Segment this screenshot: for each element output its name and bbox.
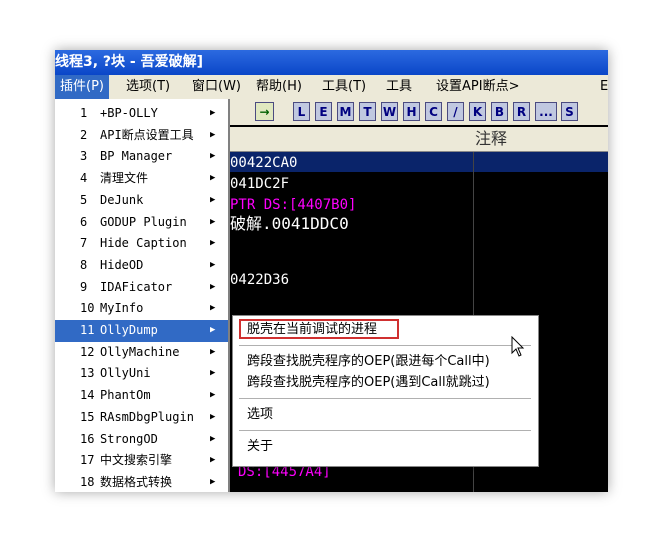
- dump-process-item[interactable]: 脱壳在当前调试的进程: [247, 320, 377, 340]
- plugin-item[interactable]: 3 BP Manager ▶: [55, 146, 228, 168]
- find-oep-stepinto-item[interactable]: 跨段查找脱壳程序的OEP(跟进每个Call中): [247, 352, 490, 372]
- code-line: 00422CA0: [230, 155, 298, 171]
- chevron-right-icon: ▶: [210, 238, 216, 249]
- chevron-right-icon: ▶: [210, 368, 216, 379]
- chevron-right-icon: ▶: [210, 433, 216, 444]
- menubar: 插件(P) 选项(T) 窗口(W) 帮助(H) 工具(T) 工具 设置API断点…: [55, 75, 608, 99]
- toolbar-slash-button[interactable]: /: [447, 102, 464, 121]
- plugin-item[interactable]: 2 API断点设置工具 ▶: [55, 125, 228, 147]
- toolbar-s-button[interactable]: S: [561, 102, 578, 121]
- chevron-right-icon: ▶: [210, 390, 216, 401]
- chevron-right-icon: ▶: [210, 173, 216, 184]
- menu-tools-2[interactable]: 工具: [381, 75, 417, 99]
- chevron-right-icon: ▶: [210, 129, 216, 140]
- chevron-right-icon: ▶: [210, 281, 216, 292]
- chevron-right-icon: ▶: [210, 194, 216, 205]
- plugin-item[interactable]: 10 MyInfo ▶: [55, 298, 228, 320]
- ollydump-submenu: 脱壳在当前调试的进程 跨段查找脱壳程序的OEP(跟进每个Call中) 跨段查找脱…: [232, 315, 539, 467]
- chevron-right-icon: ▶: [210, 216, 216, 227]
- toolbar-e-button[interactable]: E: [315, 102, 332, 121]
- menu-help[interactable]: 帮助(H): [251, 75, 307, 99]
- window-title: 线程3, ?块 - 吾爱破解]: [55, 50, 608, 75]
- chevron-right-icon: ▶: [210, 151, 216, 162]
- toolbar-r-button[interactable]: R: [513, 102, 530, 121]
- toolbar-c-button[interactable]: C: [425, 102, 442, 121]
- menu-separator: [239, 398, 531, 399]
- code-line: 破解.0041DDC0: [230, 214, 349, 233]
- plugin-item[interactable]: 7 Hide Caption ▶: [55, 233, 228, 255]
- plugin-item-ollydump[interactable]: 11 OllyDump ▶: [55, 320, 228, 342]
- chevron-right-icon: ▶: [210, 476, 216, 487]
- plugin-item[interactable]: 14 PhantOm ▶: [55, 385, 228, 407]
- plugin-item[interactable]: 17 中文搜索引擎 ▶: [55, 450, 228, 472]
- toolbar-b-button[interactable]: B: [491, 102, 508, 121]
- chevron-right-icon: ▶: [210, 411, 216, 422]
- about-item[interactable]: 关于: [247, 437, 273, 457]
- code-line: 0422D36: [230, 272, 290, 288]
- plugin-item[interactable]: 1 +BP-OLLY ▶: [55, 103, 228, 125]
- code-line: 041DC2F: [230, 176, 290, 192]
- menu-options[interactable]: 选项(T): [121, 75, 175, 99]
- chevron-right-icon: ▶: [210, 303, 216, 314]
- toolbar-l-button[interactable]: L: [293, 102, 310, 121]
- menu-plugins[interactable]: 插件(P): [55, 75, 109, 99]
- toolbar-t-button[interactable]: T: [359, 102, 376, 121]
- chevron-right-icon: ▶: [210, 108, 216, 118]
- chevron-right-icon: ▶: [210, 259, 216, 270]
- toolbar-w-button[interactable]: W: [381, 102, 398, 121]
- run-to-icon[interactable]: →: [255, 102, 274, 121]
- menu-window[interactable]: 窗口(W): [187, 75, 246, 99]
- comment-column-header[interactable]: 注释: [475, 127, 507, 151]
- menu-separator: [239, 345, 531, 346]
- chevron-right-icon: ▶: [210, 346, 216, 357]
- plugin-item[interactable]: 16 StrongOD ▶: [55, 429, 228, 451]
- screenshot-frame: 线程3, ?块 - 吾爱破解] 插件(P) 选项(T) 窗口(W) 帮助(H) …: [55, 50, 608, 492]
- code-line: PTR DS:[4407B0]: [230, 197, 357, 213]
- toolbar-h-button[interactable]: H: [403, 102, 420, 121]
- plugin-item[interactable]: 18 数据格式转换 ▶: [55, 472, 228, 492]
- plugin-item[interactable]: 8 HideOD ▶: [55, 255, 228, 277]
- plugin-item[interactable]: 9 IDAFicator ▶: [55, 277, 228, 299]
- toolbar-k-button[interactable]: K: [469, 102, 486, 121]
- menu-separator: [239, 430, 531, 431]
- plugins-dropdown: 1 +BP-OLLY ▶ 2 API断点设置工具 ▶ 3 BP Manager ▶ 4 清理文…: [55, 99, 230, 492]
- plugin-item[interactable]: 15 RAsmDbgPlugin ▶: [55, 407, 228, 429]
- mouse-cursor-icon: [511, 336, 525, 357]
- options-item[interactable]: 选项: [247, 405, 273, 425]
- find-oep-stepover-item[interactable]: 跨段查找脱壳程序的OEP(遇到Call就跳过): [247, 373, 490, 393]
- plugin-item[interactable]: 12 OllyMachine ▶: [55, 342, 228, 364]
- toolbar-more-button[interactable]: ...: [535, 102, 557, 121]
- menu-e[interactable]: E: [595, 75, 608, 99]
- toolbar-m-button[interactable]: M: [337, 102, 354, 121]
- menu-tools-1[interactable]: 工具(T): [317, 75, 371, 99]
- plugin-item[interactable]: 13 OllyUni ▶: [55, 363, 228, 385]
- plugin-item[interactable]: 4 清理文件 ▶: [55, 168, 228, 190]
- plugin-item[interactable]: 5 DeJunk ▶: [55, 190, 228, 212]
- chevron-right-icon: ▶: [210, 455, 216, 466]
- plugin-item[interactable]: 6 GODUP Plugin ▶: [55, 212, 228, 234]
- menu-set-api-breakpoint[interactable]: 设置API断点>: [431, 75, 524, 99]
- chevron-right-icon: ▶: [210, 325, 216, 335]
